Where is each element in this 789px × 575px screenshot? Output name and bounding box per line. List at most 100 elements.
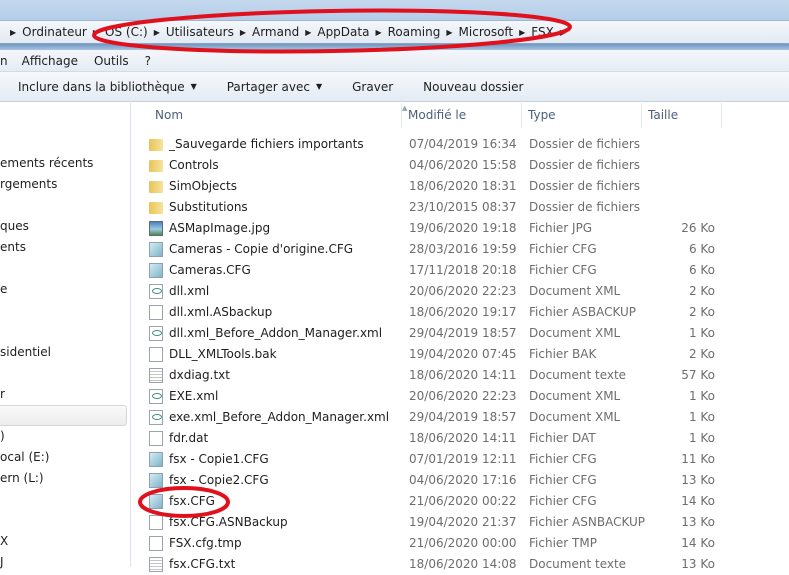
folder-icon <box>149 202 163 214</box>
nav-item[interactable]: ents <box>0 237 26 258</box>
menu-item-outils[interactable]: Outils <box>94 54 129 68</box>
share-with-button[interactable]: Partager avec ▼ <box>227 80 322 94</box>
file-modified: 20/06/2020 22:23 <box>409 389 517 403</box>
file-name: Controls <box>169 158 219 172</box>
include-in-library-button[interactable]: Inclure dans la bibliothèque ▼ <box>18 80 197 94</box>
cfg-icon <box>149 494 163 509</box>
burn-button[interactable]: Graver <box>352 80 393 94</box>
new-folder-button[interactable]: Nouveau dossier <box>423 80 523 94</box>
menu-item-help[interactable]: ? <box>145 54 151 68</box>
breadcrumb-item[interactable]: Roaming ▶ <box>388 25 459 39</box>
breadcrumb-item[interactable]: AppData ▶ <box>317 25 387 39</box>
command-bar: Inclure dans la bibliothèque ▼ Partager a… <box>0 72 789 102</box>
file-type: Dossier de fichiers <box>529 179 641 193</box>
file-row[interactable]: EXE.xml 20/06/2020 22:23 Document XML 1 … <box>132 386 789 407</box>
file-row[interactable]: fdr.dat 18/06/2020 14:11 Fichier DAT 1 K… <box>132 428 789 449</box>
breadcrumb-label: FSX <box>531 25 554 39</box>
nav-item[interactable]: ) <box>0 426 5 447</box>
column-size[interactable]: Taille <box>642 103 722 128</box>
nav-item[interactable]: ques <box>0 216 29 237</box>
nav-item[interactable]: ocal (E:) <box>0 447 49 468</box>
breadcrumb-item[interactable]: Microsoft ▶ <box>459 25 532 39</box>
nav-item[interactable] <box>0 405 127 426</box>
file-row[interactable]: FSX.cfg.tmp 21/06/2020 00:00 Fichier TMP… <box>132 533 789 554</box>
file-row[interactable]: dll.xml 20/06/2020 22:23 Document XML 2 … <box>132 281 789 302</box>
file-row[interactable]: _Sauvegarde fichiers importants 07/04/20… <box>132 134 789 155</box>
file-icon <box>149 515 163 530</box>
file-row[interactable]: Controls 04/06/2020 15:58 Dossier de fic… <box>132 155 789 176</box>
folder-icon <box>149 181 163 193</box>
chevron-right-icon[interactable]: ▶ <box>93 28 99 37</box>
file-type: Dossier de fichiers <box>529 137 641 151</box>
file-name: DLL_XMLTools.bak <box>169 347 277 361</box>
include-label: Inclure dans la bibliothèque <box>18 79 185 94</box>
chevron-right-icon[interactable]: ▶ <box>240 28 246 37</box>
breadcrumb-item[interactable]: OS (C:) ▶ <box>105 25 166 39</box>
file-row[interactable]: dxdiag.txt 18/06/2020 14:11 Document tex… <box>132 365 789 386</box>
breadcrumb-item[interactable]: Ordinateur ▶ <box>22 25 105 39</box>
file-type: Document XML <box>529 410 621 424</box>
file-row[interactable]: dll.xml_Before_Addon_Manager.xml 29/04/2… <box>132 323 789 344</box>
file-size: 14 Ko <box>681 536 715 550</box>
address-bar[interactable]: ▶ Ordinateur ▶ OS (C:) ▶ Utilisateurs ▶ Armand… <box>0 20 789 44</box>
menu-item-partial[interactable]: n <box>0 54 8 68</box>
file-row[interactable]: fsx - Copie2.CFG 04/06/2020 17:16 Fichie… <box>132 470 789 491</box>
nav-item[interactable]: X <box>0 531 8 552</box>
menu-item-affichage[interactable]: Affichage <box>22 54 78 68</box>
title-bar <box>0 0 789 20</box>
nav-item[interactable]: r <box>0 384 5 405</box>
file-size: 14 Ko <box>681 494 715 508</box>
navigation-pane[interactable]: ements récents rgements ques ents e sidentiel… <box>0 103 131 569</box>
file-row[interactable]: fsx.CFG.txt 18/06/2020 14:08 Document te… <box>132 554 789 575</box>
nav-item[interactable]: ern (L:) <box>0 468 44 489</box>
file-name: SimObjects <box>169 179 237 193</box>
file-modified: 28/03/2016 19:59 <box>409 242 517 256</box>
file-row[interactable]: SimObjects 18/06/2020 18:31 Dossier de f… <box>132 176 789 197</box>
chevron-right-icon[interactable]: ▶ <box>446 28 452 37</box>
chevron-right-icon[interactable]: ▶ <box>154 28 160 37</box>
folder-icon <box>149 139 163 151</box>
chevron-right-icon[interactable]: ▶ <box>305 28 311 37</box>
breadcrumb-label: OS (C:) <box>105 25 148 39</box>
nav-item[interactable]: J <box>0 552 4 573</box>
file-row[interactable]: DLL_XMLTools.bak 19/04/2020 07:45 Fichie… <box>132 344 789 365</box>
chevron-right-icon[interactable]: ▶ <box>375 28 381 37</box>
file-name: exe.xml_Before_Addon_Manager.xml <box>169 410 390 424</box>
dropdown-arrow-icon: ▼ <box>190 82 197 91</box>
breadcrumb-item[interactable]: Armand ▶ <box>252 25 317 39</box>
xml-icon <box>149 326 163 341</box>
file-row[interactable]: exe.xml_Before_Addon_Manager.xml 29/04/2… <box>132 407 789 428</box>
file-modified: 18/06/2020 14:08 <box>409 557 517 571</box>
column-type[interactable]: Type <box>522 103 642 128</box>
file-icon <box>149 431 163 446</box>
file-row[interactable]: Cameras - Copie d'origine.CFG 28/03/2016… <box>132 239 789 260</box>
file-row[interactable]: fsx.CFG.ASNBackup 19/04/2020 21:37 Fichi… <box>132 512 789 533</box>
nav-item[interactable]: rgements <box>0 174 57 195</box>
column-modified[interactable]: Modifié le <box>402 103 522 128</box>
file-modified: 04/06/2020 17:16 <box>409 473 517 487</box>
file-type: Fichier TMP <box>529 536 597 550</box>
xml-icon <box>149 389 163 404</box>
jpg-icon <box>149 221 163 236</box>
breadcrumb-item[interactable]: Utilisateurs ▶ <box>166 25 252 39</box>
file-row[interactable]: fsx.CFG 21/06/2020 00:22 Fichier CFG 14 … <box>132 491 789 512</box>
file-row[interactable]: ASMapImage.jpg 19/06/2020 19:18 Fichier … <box>132 218 789 239</box>
xml-icon <box>149 410 163 425</box>
chevron-right-icon[interactable]: ▶ <box>519 28 525 37</box>
nav-item[interactable]: sidentiel <box>0 342 51 363</box>
chevron-right-icon[interactable]: ▶ <box>560 28 566 37</box>
file-name: dll.xml.ASbackup <box>169 305 273 319</box>
file-row[interactable]: dll.xml.ASbackup 18/06/2020 19:17 Fichie… <box>132 302 789 323</box>
file-name: FSX.cfg.tmp <box>169 536 242 550</box>
file-type: Fichier DAT <box>529 431 596 445</box>
file-row[interactable]: fsx - Copie1.CFG 07/01/2019 12:11 Fichie… <box>132 449 789 470</box>
breadcrumb-item[interactable]: FSX ▶ <box>531 25 572 39</box>
file-size: 13 Ko <box>681 515 715 529</box>
breadcrumb-label: Roaming <box>387 25 441 39</box>
file-row[interactable]: Cameras.CFG 17/11/2018 20:18 Fichier CFG… <box>132 260 789 281</box>
column-name[interactable]: Nom <box>142 103 402 128</box>
file-row[interactable]: Substitutions 23/10/2015 08:37 Dossier d… <box>132 197 789 218</box>
nav-item[interactable]: e <box>0 279 7 300</box>
menu-bar: n Affichage Outils ? <box>0 50 789 72</box>
nav-item[interactable]: ements récents <box>0 153 93 174</box>
